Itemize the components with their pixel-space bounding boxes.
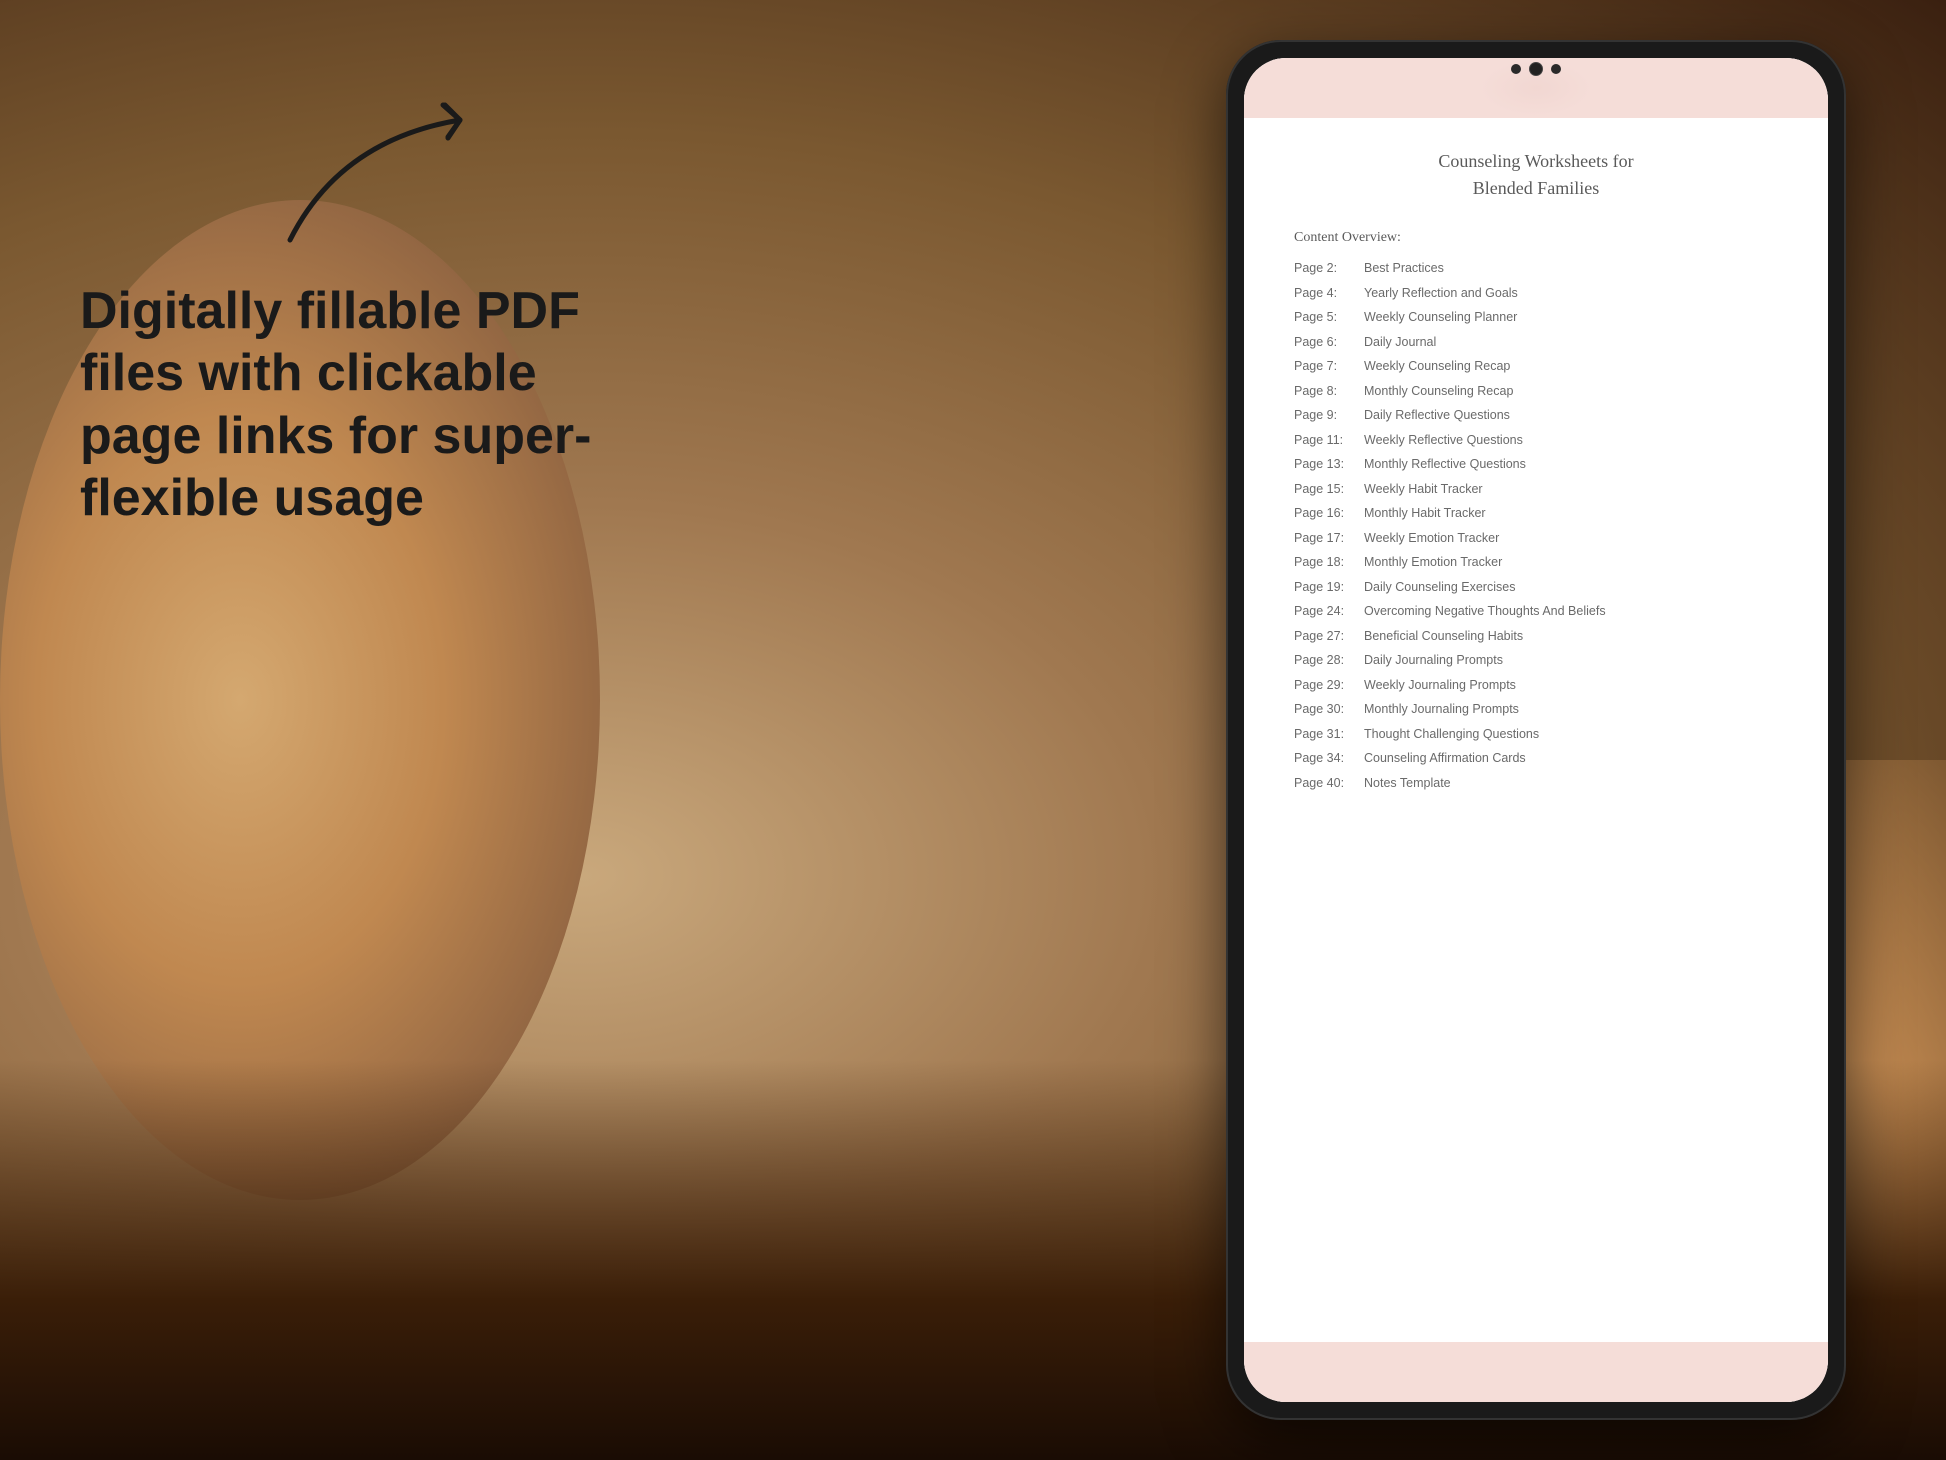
toc-item-title: Counseling Affirmation Cards — [1364, 750, 1526, 768]
toc-item-title: Monthly Emotion Tracker — [1364, 554, 1502, 572]
toc-page-number: Page 15: — [1294, 481, 1364, 499]
toc-page-number: Page 18: — [1294, 554, 1364, 572]
toc-item: Page 31:Thought Challenging Questions — [1294, 726, 1778, 744]
tablet-screen: Counseling Worksheets for Blended Famili… — [1244, 58, 1828, 1402]
toc-page-number: Page 4: — [1294, 285, 1364, 303]
toc-item-title: Thought Challenging Questions — [1364, 726, 1539, 744]
toc-item-title: Weekly Reflective Questions — [1364, 432, 1523, 450]
toc-item-title: Weekly Emotion Tracker — [1364, 530, 1499, 548]
toc-item-title: Monthly Reflective Questions — [1364, 456, 1526, 474]
toc-item: Page 11:Weekly Reflective Questions — [1294, 432, 1778, 450]
toc-item: Page 2:Best Practices — [1294, 260, 1778, 278]
toc-item-title: Daily Journal — [1364, 334, 1436, 352]
toc-item-title: Monthly Journaling Prompts — [1364, 701, 1519, 719]
toc-page-number: Page 19: — [1294, 579, 1364, 597]
toc-item: Page 34:Counseling Affirmation Cards — [1294, 750, 1778, 768]
toc-page-number: Page 40: — [1294, 775, 1364, 793]
left-text-area: Digitally fillable PDF files with clicka… — [80, 280, 600, 530]
toc-list: Page 2:Best PracticesPage 4:Yearly Refle… — [1294, 260, 1778, 792]
main-tagline: Digitally fillable PDF files with clicka… — [80, 280, 600, 530]
toc-item: Page 17:Weekly Emotion Tracker — [1294, 530, 1778, 548]
toc-page-number: Page 24: — [1294, 603, 1364, 621]
toc-item-title: Weekly Habit Tracker — [1364, 481, 1483, 499]
pdf-footer-decoration — [1244, 1342, 1828, 1402]
toc-item-title: Monthly Counseling Recap — [1364, 383, 1513, 401]
toc-item-title: Weekly Journaling Prompts — [1364, 677, 1516, 695]
toc-item-title: Beneficial Counseling Habits — [1364, 628, 1523, 646]
toc-page-number: Page 34: — [1294, 750, 1364, 768]
pdf-title: Counseling Worksheets for Blended Famili… — [1294, 148, 1778, 202]
toc-page-number: Page 27: — [1294, 628, 1364, 646]
toc-item: Page 9:Daily Reflective Questions — [1294, 407, 1778, 425]
toc-page-number: Page 7: — [1294, 358, 1364, 376]
toc-item: Page 7:Weekly Counseling Recap — [1294, 358, 1778, 376]
toc-item: Page 18:Monthly Emotion Tracker — [1294, 554, 1778, 572]
toc-item-title: Monthly Habit Tracker — [1364, 505, 1486, 523]
arrow-icon — [260, 80, 560, 260]
toc-page-number: Page 17: — [1294, 530, 1364, 548]
toc-item-title: Overcoming Negative Thoughts And Beliefs — [1364, 603, 1606, 621]
toc-item-title: Best Practices — [1364, 260, 1444, 278]
camera-dot-left — [1511, 64, 1521, 74]
toc-section-label: Content Overview: — [1294, 230, 1778, 246]
toc-page-number: Page 29: — [1294, 677, 1364, 695]
toc-item: Page 16:Monthly Habit Tracker — [1294, 505, 1778, 523]
toc-item-title: Weekly Counseling Recap — [1364, 358, 1510, 376]
toc-item: Page 28:Daily Journaling Prompts — [1294, 652, 1778, 670]
toc-page-number: Page 16: — [1294, 505, 1364, 523]
tablet-wrapper: Counseling Worksheets for Blended Famili… — [1226, 40, 1846, 1420]
toc-page-number: Page 11: — [1294, 432, 1364, 450]
toc-page-number: Page 28: — [1294, 652, 1364, 670]
toc-item: Page 8:Monthly Counseling Recap — [1294, 383, 1778, 401]
toc-item: Page 40:Notes Template — [1294, 775, 1778, 793]
toc-item: Page 27:Beneficial Counseling Habits — [1294, 628, 1778, 646]
camera-dot-center — [1529, 62, 1543, 76]
toc-page-number: Page 31: — [1294, 726, 1364, 744]
toc-item: Page 13:Monthly Reflective Questions — [1294, 456, 1778, 474]
toc-item: Page 19:Daily Counseling Exercises — [1294, 579, 1778, 597]
toc-page-number: Page 13: — [1294, 456, 1364, 474]
toc-item-title: Daily Reflective Questions — [1364, 407, 1510, 425]
toc-page-number: Page 9: — [1294, 407, 1364, 425]
toc-item: Page 15:Weekly Habit Tracker — [1294, 481, 1778, 499]
toc-page-number: Page 2: — [1294, 260, 1364, 278]
toc-page-number: Page 6: — [1294, 334, 1364, 352]
toc-item: Page 6:Daily Journal — [1294, 334, 1778, 352]
toc-item: Page 5:Weekly Counseling Planner — [1294, 309, 1778, 327]
toc-item-title: Notes Template — [1364, 775, 1451, 793]
pdf-content: Counseling Worksheets for Blended Famili… — [1244, 118, 1828, 1342]
toc-item: Page 4:Yearly Reflection and Goals — [1294, 285, 1778, 303]
arrow-container — [260, 80, 560, 260]
toc-item-title: Daily Journaling Prompts — [1364, 652, 1503, 670]
toc-item-title: Yearly Reflection and Goals — [1364, 285, 1518, 303]
toc-page-number: Page 8: — [1294, 383, 1364, 401]
pdf-page: Counseling Worksheets for Blended Famili… — [1244, 58, 1828, 1402]
toc-item-title: Daily Counseling Exercises — [1364, 579, 1515, 597]
toc-item: Page 30:Monthly Journaling Prompts — [1294, 701, 1778, 719]
toc-page-number: Page 5: — [1294, 309, 1364, 327]
tablet-frame: Counseling Worksheets for Blended Famili… — [1226, 40, 1846, 1420]
tablet-camera-bar — [1511, 62, 1561, 76]
toc-item: Page 24:Overcoming Negative Thoughts And… — [1294, 603, 1778, 621]
toc-item-title: Weekly Counseling Planner — [1364, 309, 1517, 327]
camera-dot-right — [1551, 64, 1561, 74]
toc-page-number: Page 30: — [1294, 701, 1364, 719]
toc-item: Page 29:Weekly Journaling Prompts — [1294, 677, 1778, 695]
